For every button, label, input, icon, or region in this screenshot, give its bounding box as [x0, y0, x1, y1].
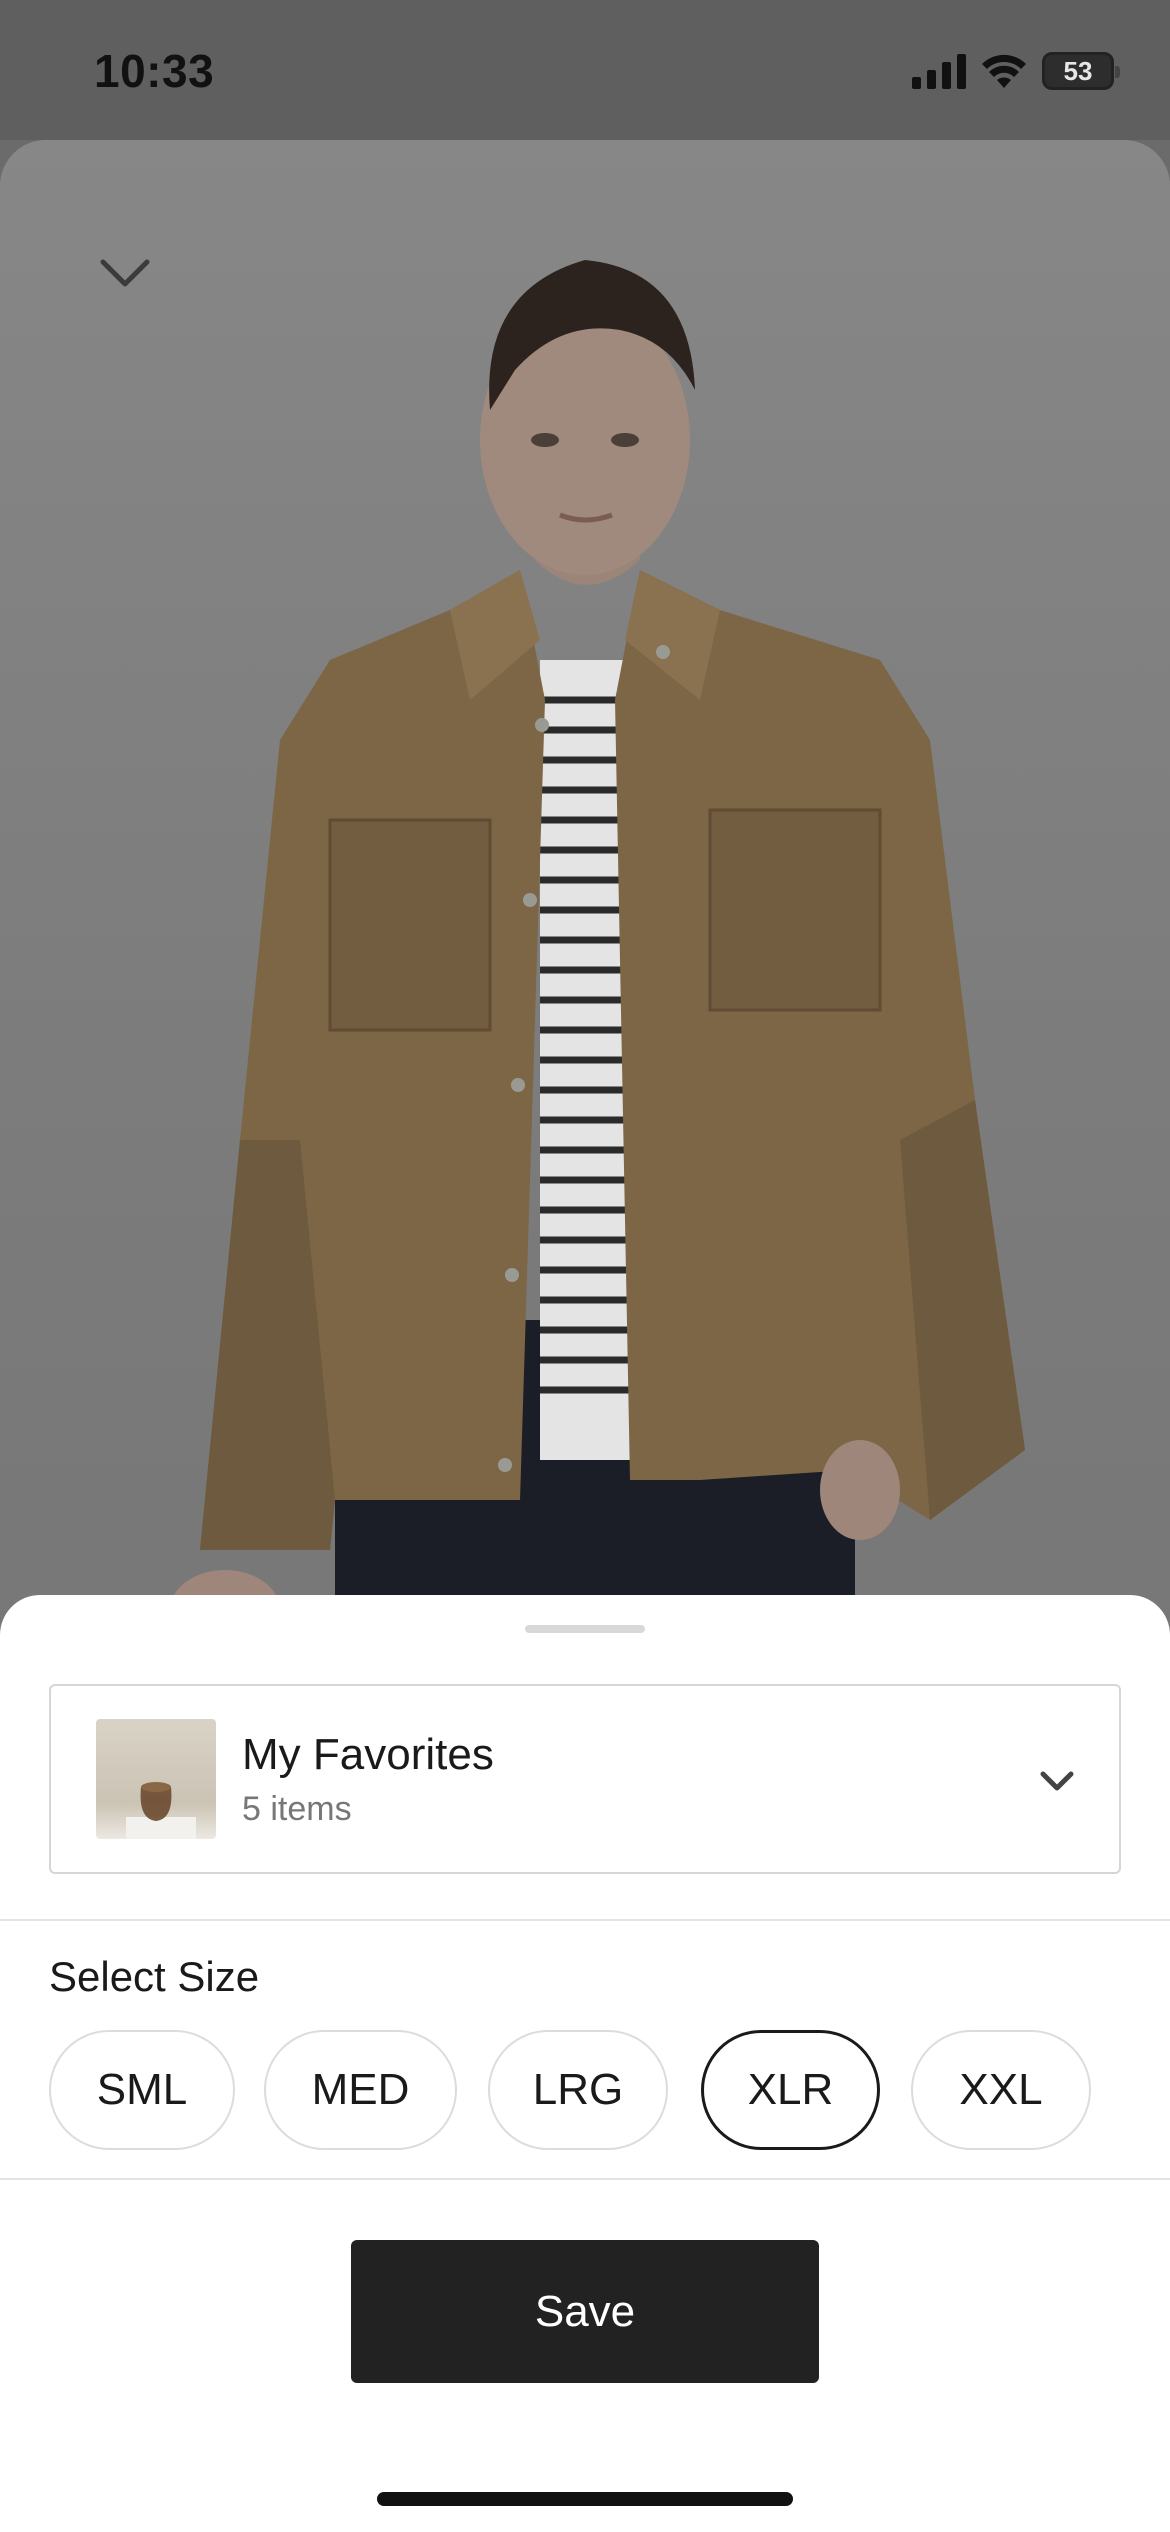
- sheet-drag-handle[interactable]: [525, 1625, 645, 1633]
- size-option-sml[interactable]: SML: [49, 2030, 235, 2150]
- collection-name: My Favorites: [242, 1730, 494, 1780]
- wifi-icon: [982, 54, 1026, 88]
- battery-icon: 53: [1042, 52, 1120, 90]
- status-time: 10:33: [94, 45, 215, 97]
- divider: [0, 1919, 1170, 1921]
- collection-text: My Favorites 5 items: [242, 1729, 494, 1829]
- screen: 10:33 53 My Favorites 5 items Select Siz…: [0, 0, 1170, 2532]
- bottom-sheet: My Favorites 5 items Select Size SML MED…: [0, 1595, 1170, 2532]
- chevron-down-icon: [100, 259, 150, 287]
- battery-level: 53: [1063, 55, 1093, 86]
- collection-selector[interactable]: My Favorites 5 items: [49, 1684, 1121, 1874]
- size-option-xlr[interactable]: XLR: [701, 2030, 880, 2150]
- size-option-med[interactable]: MED: [264, 2030, 457, 2150]
- collapse-button[interactable]: [92, 240, 158, 306]
- status-icons: 53: [912, 52, 1120, 90]
- save-button[interactable]: Save: [351, 2240, 819, 2383]
- collection-item-count: 5 items: [242, 1789, 352, 1828]
- size-section-label: Select Size: [49, 1953, 260, 2000]
- divider: [0, 2178, 1170, 2180]
- size-option-xxl[interactable]: XXL: [911, 2030, 1091, 2150]
- home-indicator[interactable]: [377, 2492, 793, 2506]
- vase-thumbnail: [96, 1719, 216, 1839]
- product-image-card: [0, 140, 1170, 1660]
- cellular-signal-icon: [912, 53, 966, 89]
- size-option-lrg[interactable]: LRG: [488, 2030, 668, 2150]
- status-bar: 10:33 53: [0, 0, 1170, 140]
- chevron-down-icon: [1040, 1771, 1074, 1791]
- model-wearing-jacket-image: [170, 260, 1025, 1660]
